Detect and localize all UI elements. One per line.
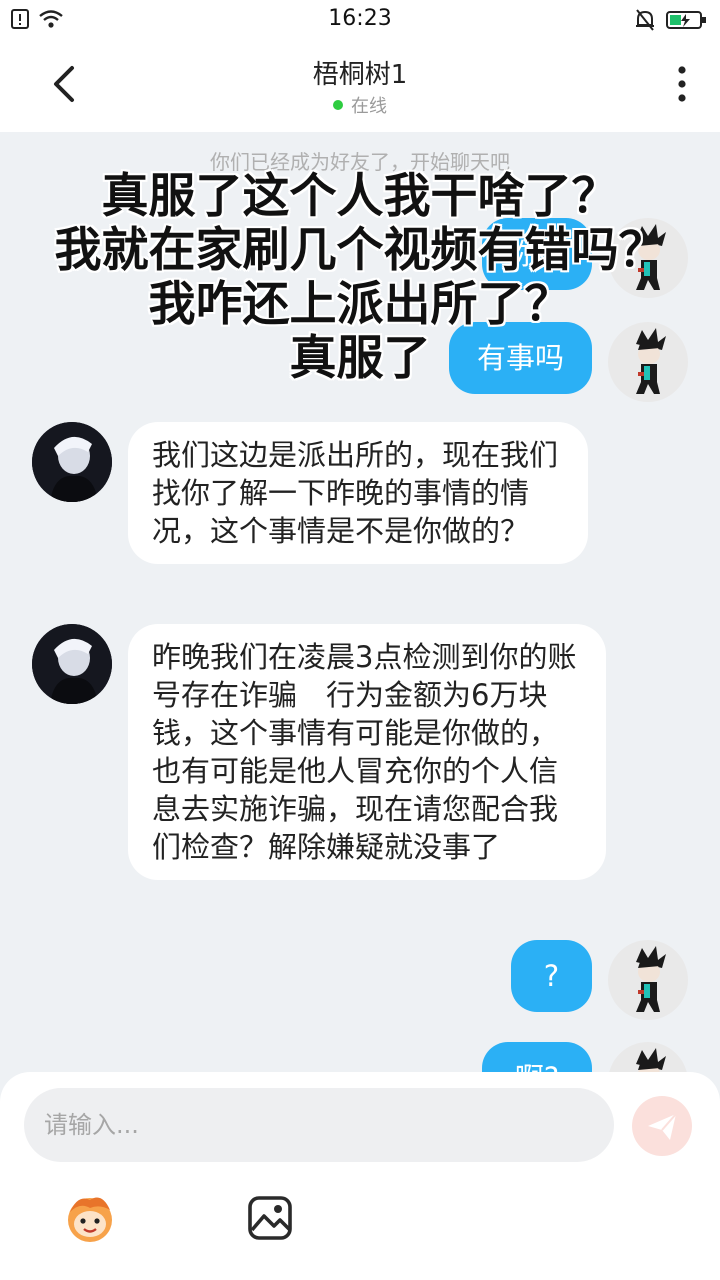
mute-bell-icon <box>636 9 654 31</box>
battery-charging-icon <box>666 11 706 29</box>
avatar-image-icon <box>636 328 666 394</box>
message-bubble-incoming[interactable]: 昨晚我们在凌晨3点检测到你的账号存在诈骗 行为金额为6万块钱，这个事情有可能是你… <box>128 624 606 880</box>
presence-label: 在线 <box>351 96 387 117</box>
message-text: 我们这边是派出所的，现在我们找你了解一下昨晚的事情的情况，这个事情是不是你做的？ <box>152 438 559 548</box>
message-text: 有事吗 <box>476 341 564 375</box>
message-text: 昨晚我们在凌晨3点检测到你的账号存在诈骗 行为金额为6万块钱，这个事情有可能是你… <box>152 640 577 864</box>
avatar-image-icon <box>636 224 666 290</box>
contact-name: 梧桐树1 <box>312 60 408 90</box>
message-text: 啊? <box>515 1061 559 1072</box>
message-bubble-incoming[interactable]: 我们这边是派出所的，现在我们找你了解一下昨晚的事情的情况，这个事情是不是你做的？ <box>128 422 588 564</box>
message-text: ? <box>543 959 560 993</box>
message-bubble-outgoing[interactable]: ? <box>511 940 592 1012</box>
my-avatar[interactable] <box>608 940 688 1020</box>
chat-header: 梧桐树1 在线 <box>0 40 720 132</box>
status-bar: 16:23 <box>0 0 720 40</box>
my-avatar[interactable] <box>608 218 688 298</box>
compose-bar <box>0 1072 720 1280</box>
contact-avatar[interactable] <box>32 422 112 502</box>
presence-status: 在线 <box>0 92 720 118</box>
message-bubble-outgoing[interactable]: 有事吗 <box>449 322 592 394</box>
message-bubble-outgoing[interactable]: 你好 <box>482 218 592 290</box>
message-input[interactable] <box>24 1088 614 1162</box>
avatar-image-icon <box>636 946 666 1012</box>
status-right-icons <box>634 8 708 32</box>
send-button[interactable] <box>632 1096 692 1156</box>
message-text: 你好 <box>507 237 566 271</box>
more-options-icon[interactable] <box>670 64 694 104</box>
message-bubble-outgoing[interactable]: 啊? <box>482 1042 592 1072</box>
my-avatar[interactable] <box>608 1042 688 1072</box>
send-icon <box>648 1113 677 1140</box>
sticker-emoji-icon[interactable] <box>60 1190 120 1246</box>
avatar-image-icon <box>32 422 112 502</box>
online-dot-icon <box>333 100 343 110</box>
system-note: 你们已经成为好友了，开始聊天吧 <box>210 150 510 174</box>
message-list[interactable]: 你们已经成为好友了，开始聊天吧 你好 有事吗 我们这边是派出所的，现在我们找你了… <box>0 132 720 1072</box>
my-avatar[interactable] <box>608 322 688 402</box>
avatar-image-icon <box>32 624 112 704</box>
status-time: 16:23 <box>328 6 392 31</box>
contact-avatar[interactable] <box>32 624 112 704</box>
avatar-image-icon <box>636 1048 666 1072</box>
image-picker-icon[interactable] <box>246 1194 294 1242</box>
